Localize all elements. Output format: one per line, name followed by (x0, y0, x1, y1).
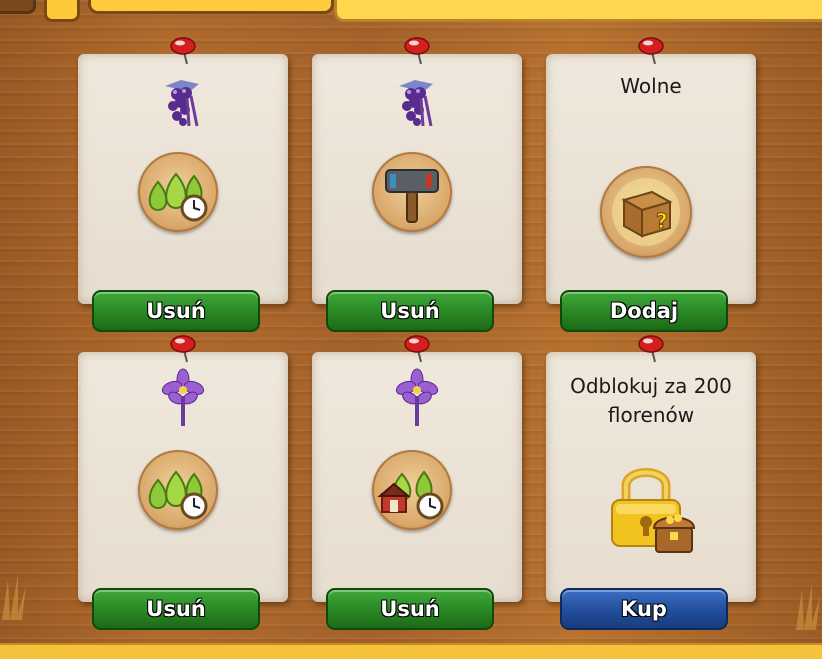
slot-card-6: Odblokuj za 200 florenów Kup (538, 335, 764, 638)
top-bar (0, 0, 822, 22)
red-pin-icon (404, 335, 430, 363)
top-title-plate (88, 0, 334, 14)
slot-card-1: Usuń (70, 37, 296, 340)
remove-button[interactable]: Usuń (92, 588, 260, 630)
red-pin-icon (170, 335, 196, 363)
grass-decoration-left (2, 574, 26, 620)
purple-grapes-icon (399, 80, 433, 127)
purple-grapes-icon (165, 80, 199, 127)
item-badge[interactable] (138, 152, 218, 232)
red-pin-icon (404, 37, 430, 65)
top-small-button[interactable] (44, 0, 80, 22)
top-tab[interactable] (0, 0, 36, 14)
mystery-box-icon: ? (612, 178, 680, 246)
red-pin-icon (638, 37, 664, 65)
purple-crocus-icon (161, 368, 205, 426)
remove-button[interactable]: Usuń (326, 290, 494, 332)
red-pin-icon (170, 37, 196, 65)
remove-button[interactable]: Usuń (326, 588, 494, 630)
unlock-price-text: Odblokuj za 200 florenów (570, 374, 732, 427)
item-badge[interactable] (138, 450, 218, 530)
hammer-icon (385, 169, 439, 223)
item-badge[interactable]: ? (600, 166, 692, 258)
red-pin-icon (638, 335, 664, 363)
fertilizer-drops-clock-icon (148, 172, 208, 222)
top-info-strip (334, 0, 822, 22)
slot-status-text: Wolne (620, 74, 682, 98)
grass-decoration-right (796, 584, 820, 630)
purple-crocus-icon (395, 368, 439, 426)
buy-button[interactable]: Kup (560, 588, 728, 630)
slot-card-2: Usuń (304, 37, 530, 340)
fertilizer-drops-clock-icon (148, 470, 208, 520)
padlock-treasure-icon (611, 468, 696, 553)
svg-text:?: ? (656, 209, 668, 233)
remove-button[interactable]: Usuń (92, 290, 260, 332)
add-button[interactable]: Dodaj (560, 290, 728, 332)
slot-card-5: Usuń (304, 335, 530, 638)
slot-card-4: Usuń (70, 335, 296, 638)
item-badge[interactable] (372, 450, 452, 530)
slot-card-3: Wolne ? Dodaj (538, 37, 764, 340)
item-badge[interactable] (372, 152, 452, 232)
farm-fertilizer-clock-icon (377, 470, 444, 520)
